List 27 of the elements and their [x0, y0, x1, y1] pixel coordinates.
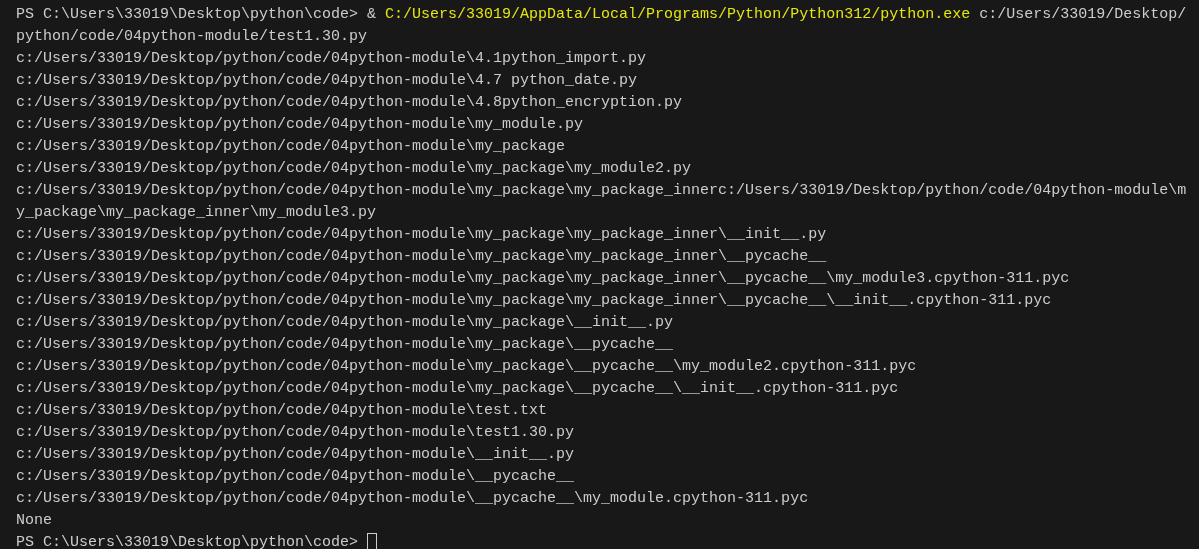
output-text: c:/Users/33019/Desktop/python/code/04python-module\__pycache__	[16, 467, 575, 487]
output-text: c:/Users/33019/Desktop/python/code/04python-module\__init__.py	[16, 445, 575, 465]
output-text: y_package\my_package_inner\my_module3.py	[16, 203, 377, 223]
output-text: c:/Users/33019/Desktop/python/code/04python-module\my_package\__pycache__\my_module2.cpython-311.pyc	[16, 357, 917, 377]
output-text: c:/Users/33019/Desktop/python/code/04python-module\my_module.py	[16, 115, 584, 135]
output-text: c:/Users/33019/Desktop/python/code/04python-module\my_package\my_package_inner\__pycache__	[16, 247, 827, 267]
output-text: PS C:\Users\33019\Desktop\python\code>	[16, 533, 360, 549]
output-text: c:/Users/33019/Desktop/python/code/04python-module\__pycache__\my_module.cpython-311.pyc	[16, 489, 809, 509]
output-text: c:/Users/33019/Desktop/python/code/04python-module\4.1python_import.py	[16, 49, 647, 69]
output-text: python/code/04python-module/test1.30.py	[16, 27, 368, 47]
output-text: c:/Users/33019/Desktop/python/code/04python-module\my_package\my_module2.py	[16, 159, 692, 179]
output-text: PS C:\Users\33019\Desktop\python\code> &	[16, 5, 378, 25]
output-text: c:/Users/33019/Desktop/python/code/04python-module\4.8python_encryption.py	[16, 93, 683, 113]
output-text: c:/Users/33019/Desktop/python/code/04python-module\my_package\my_package_inner\__pycache__\__init__.cpython-311.pyc	[16, 291, 1052, 311]
output-text: c:/Users/33019/Desktop/	[978, 5, 1187, 25]
output-text: c:/Users/33019/Desktop/python/code/04python-module\4.7 python_date.py	[16, 71, 638, 91]
output-text: c:/Users/33019/Desktop/python/code/04python-module\my_package\__pycache__	[16, 335, 674, 355]
output-text: c:/Users/33019/Desktop/python/code/04python-module\my_package\__pycache__\__init__.cpython-311.pyc	[16, 379, 899, 399]
output-text: None	[16, 511, 52, 531]
output-text: c:/Users/33019/Desktop/python/code/04python-module\my_package\my_package_innerc:/Users/33019/Desktop/python/code/04python-module\m	[16, 181, 1187, 201]
output-text: c:/Users/33019/Desktop/python/code/04python-module\test.txt	[16, 401, 548, 421]
output-text: c:/Users/33019/Desktop/python/code/04python-module\my_package	[16, 137, 566, 157]
command-text: C:/Users/33019/AppData/Local/Programs/Python/Python312/python.exe	[385, 5, 971, 25]
output-text: c:/Users/33019/Desktop/python/code/04python-module\my_package\my_package_inner\__pycache__\my_module3.cpython-311.pyc	[16, 269, 1070, 289]
output-text: c:/Users/33019/Desktop/python/code/04python-module\my_package\my_package_inner\__init__.py	[16, 225, 827, 245]
output-text: c:/Users/33019/Desktop/python/code/04python-module\my_package\__init__.py	[16, 313, 674, 333]
output-text: c:/Users/33019/Desktop/python/code/04python-module\test1.30.py	[16, 423, 575, 443]
